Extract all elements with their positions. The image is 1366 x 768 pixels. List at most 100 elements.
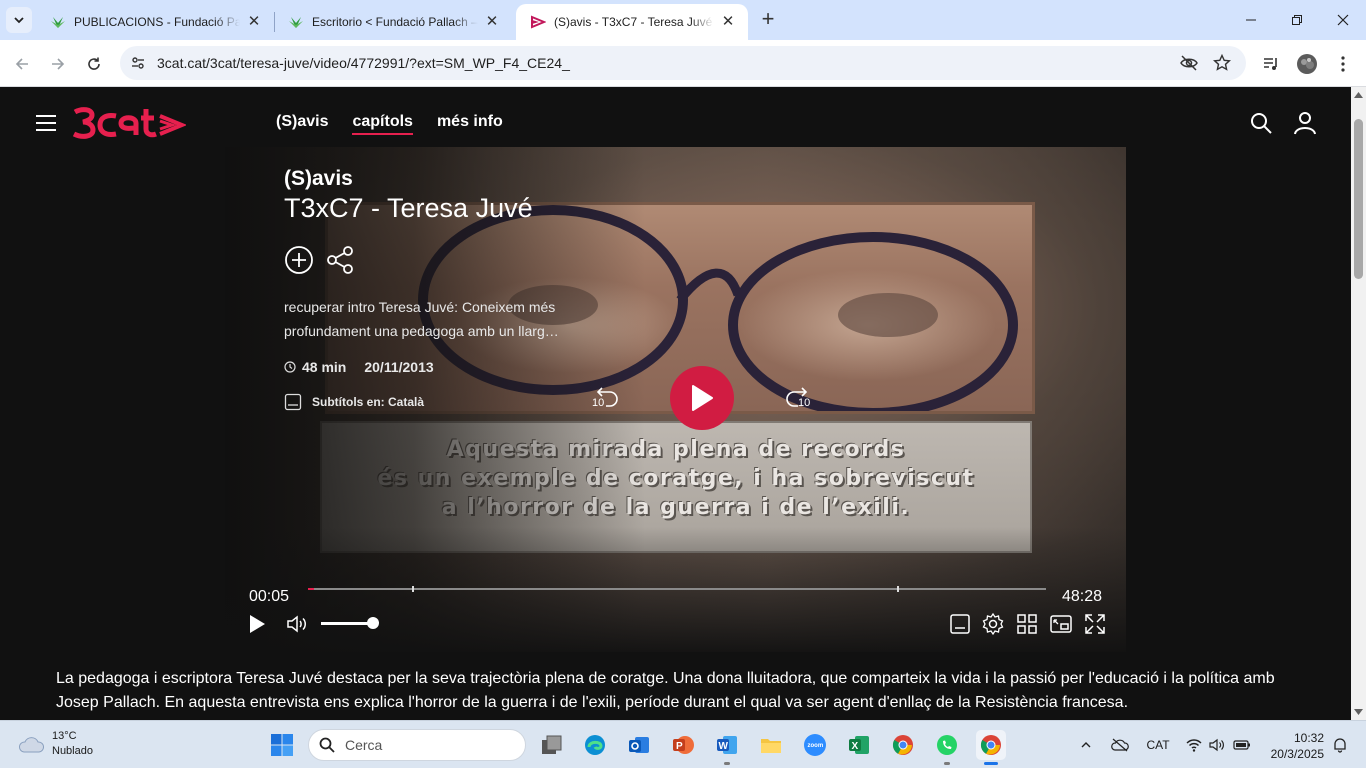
play-small-icon[interactable]: [245, 612, 269, 636]
svg-text:X: X: [852, 741, 859, 752]
url-text[interactable]: 3cat.cat/3cat/teresa-juve/video/4772991/…: [157, 55, 570, 71]
tab-close-icon[interactable]: ✕: [246, 14, 262, 30]
reload-button[interactable]: [81, 51, 107, 77]
tab-search-button[interactable]: [6, 7, 32, 33]
share-icon[interactable]: [326, 245, 356, 275]
profile-avatar[interactable]: [1294, 51, 1320, 77]
add-to-list-icon[interactable]: [284, 245, 314, 275]
scroll-up-icon[interactable]: [1354, 91, 1363, 99]
program-title: (S)avis: [284, 167, 353, 190]
edge-icon[interactable]: [580, 730, 610, 760]
bookmark-star-icon[interactable]: [1212, 53, 1232, 73]
windows-taskbar: 13°C Nublado Cerca P W zoom X CAT 10:32 …: [0, 720, 1366, 768]
forward-10-button[interactable]: 10: [784, 383, 814, 413]
arrow-left-icon: [15, 58, 28, 70]
progress-bar[interactable]: [308, 586, 1046, 592]
back-button[interactable]: [9, 51, 35, 77]
scroll-down-icon[interactable]: [1354, 708, 1363, 716]
outlook-icon[interactable]: [624, 730, 654, 760]
tray-chevron-up-icon[interactable]: [1076, 735, 1096, 755]
notifications-icon[interactable]: [1330, 735, 1350, 755]
word-icon[interactable]: W: [712, 730, 742, 765]
chrome-active-icon[interactable]: [976, 730, 1006, 765]
wifi-icon[interactable]: [1184, 735, 1204, 755]
subtitles-icon: [284, 393, 302, 411]
zoom-icon[interactable]: zoom: [800, 730, 830, 760]
tab-close-icon[interactable]: ✕: [720, 14, 736, 30]
episode-actions: [284, 245, 356, 275]
3cat-logo[interactable]: [72, 106, 186, 140]
volume-icon[interactable]: [285, 612, 309, 636]
forward-button[interactable]: [45, 51, 71, 77]
clock-time: 10:32: [1293, 731, 1324, 745]
user-icon[interactable]: [1293, 111, 1317, 135]
video-player[interactable]: Aquesta mirada plena de records és un ex…: [225, 147, 1126, 652]
subtitles-icon[interactable]: [948, 612, 972, 636]
rewind-10-button[interactable]: 10: [590, 383, 620, 413]
picture-in-picture-icon[interactable]: [1049, 612, 1073, 636]
excel-icon[interactable]: X: [844, 730, 874, 760]
weather-temp: 13°C: [52, 730, 77, 742]
tab-strip: PUBLICACIONS - Fundació Pallach ✕ Escrit…: [0, 0, 1366, 40]
rewind-seconds: 10: [592, 397, 605, 409]
whatsapp-icon[interactable]: [932, 730, 962, 765]
eye-off-icon[interactable]: [1179, 53, 1199, 73]
task-view-icon[interactable]: [537, 730, 567, 760]
cloud-icon: [18, 737, 44, 753]
tab-savis[interactable]: (S)avis - T3xC7 - Teresa Juvé - 3Cat ✕: [516, 4, 748, 40]
main-nav: (S)avis capítols més info: [276, 113, 503, 135]
3cat-favicon-icon: [531, 15, 546, 29]
new-tab-button[interactable]: +: [756, 8, 780, 32]
volume-knob[interactable]: [367, 617, 379, 629]
weather-desc: Nublado: [52, 745, 93, 757]
close-icon: [1337, 14, 1349, 26]
tab-title: PUBLICACIONS - Fundació Pallach: [74, 15, 240, 29]
tab-publicacions[interactable]: PUBLICACIONS - Fundació Pallach ✕: [36, 4, 274, 40]
minimize-button[interactable]: [1228, 0, 1274, 40]
subtitles-info: Subtítols en: Català: [284, 393, 424, 411]
hamburger-menu-icon[interactable]: [34, 113, 58, 133]
search-icon[interactable]: [1249, 111, 1273, 135]
volume-slider[interactable]: [321, 622, 373, 625]
speaker-icon[interactable]: [1207, 735, 1227, 755]
address-bar[interactable]: 3cat.cat/3cat/teresa-juve/video/4772991/…: [120, 46, 1246, 80]
clock-date: 20/3/2025: [1270, 747, 1324, 761]
language-indicator[interactable]: CAT: [1144, 735, 1172, 755]
tab-title: (S)avis - T3xC7 - Teresa Juvé - 3Cat: [554, 15, 714, 29]
page-scrollbar[interactable]: [1351, 87, 1366, 720]
grid-icon[interactable]: [1015, 612, 1039, 636]
play-button[interactable]: [670, 366, 734, 430]
current-time: 00:05: [249, 588, 290, 605]
media-control-button[interactable]: [1258, 51, 1284, 77]
cloud-off-icon[interactable]: [1110, 735, 1130, 755]
powerpoint-icon[interactable]: P: [668, 730, 698, 760]
nav-capitols[interactable]: capítols: [352, 113, 414, 135]
site-info-icon[interactable]: [128, 53, 148, 73]
tab-close-icon[interactable]: ✕: [484, 14, 500, 30]
scrollbar-thumb[interactable]: [1354, 119, 1363, 279]
fullscreen-icon[interactable]: [1083, 612, 1107, 636]
episode-info: (S)avis T3xC7 - Teresa Juvé recuperar in…: [284, 167, 584, 411]
chevron-down-icon: [14, 17, 24, 24]
battery-icon[interactable]: [1232, 735, 1252, 755]
system-clock[interactable]: 10:32 20/3/2025: [1262, 730, 1324, 762]
search-icon: [319, 737, 335, 753]
nav-savis[interactable]: (S)avis: [276, 113, 328, 135]
chrome-menu-button[interactable]: [1330, 51, 1356, 77]
taskbar-search[interactable]: Cerca: [308, 729, 526, 761]
subtitles-label: Subtítols en: Català: [312, 395, 425, 409]
chapter-marker[interactable]: [412, 586, 414, 592]
restore-button[interactable]: [1274, 0, 1320, 40]
tab-escritorio[interactable]: Escritorio < Fundació Pallach — WordPres…: [274, 4, 512, 40]
close-window-button[interactable]: [1320, 0, 1366, 40]
weather-widget[interactable]: 13°C Nublado: [18, 729, 93, 759]
more-vert-icon: [1341, 56, 1345, 72]
nav-mes-info[interactable]: més info: [437, 113, 503, 135]
chrome-icon[interactable]: [888, 730, 918, 760]
file-explorer-icon[interactable]: [756, 730, 786, 760]
windows-start-icon[interactable]: [270, 733, 294, 757]
episode-duration: 48 min: [302, 359, 347, 375]
chapter-marker[interactable]: [897, 586, 899, 592]
browser-toolbar: 3cat.cat/3cat/teresa-juve/video/4772991/…: [0, 40, 1366, 87]
settings-gear-icon[interactable]: [981, 612, 1005, 636]
